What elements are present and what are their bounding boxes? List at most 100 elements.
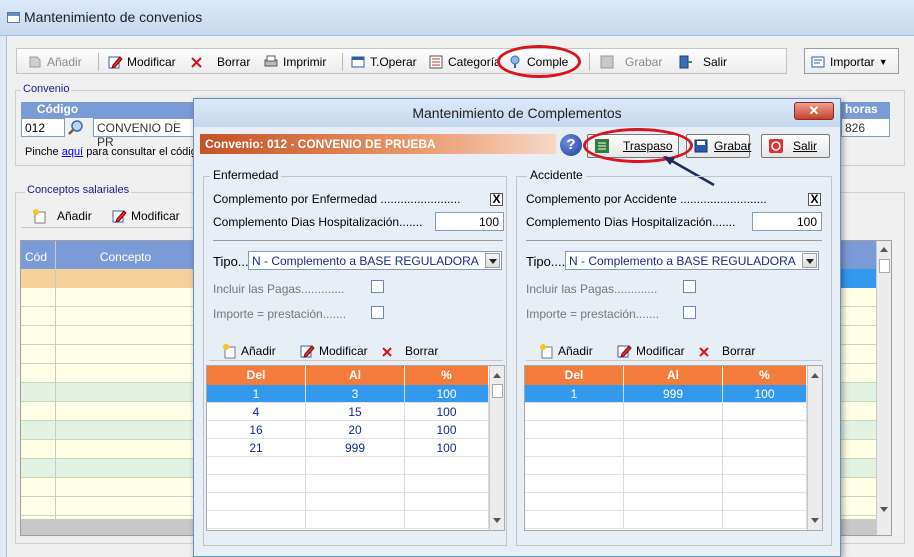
enf-cell[interactable]: 100 bbox=[405, 439, 489, 457]
acc-empty-cell[interactable] bbox=[624, 493, 723, 511]
enf-complemento-checkbox[interactable]: X bbox=[490, 193, 503, 206]
enf-importe-checkbox[interactable] bbox=[371, 306, 384, 319]
acc-complemento-checkbox[interactable]: X bbox=[808, 193, 821, 206]
acc-delete-button[interactable]: Borrar bbox=[696, 342, 755, 360]
dialog-exit-button[interactable]: Salir bbox=[761, 134, 830, 158]
chevron-down-icon[interactable] bbox=[802, 253, 817, 268]
enf-pagas-checkbox[interactable] bbox=[371, 280, 384, 293]
enf-delete-button[interactable]: Borrar bbox=[379, 342, 438, 360]
scroll-down-icon[interactable] bbox=[809, 514, 822, 527]
modify-button[interactable]: Modificar bbox=[107, 53, 176, 71]
comple-button[interactable]: Comple bbox=[507, 53, 568, 71]
scroll-down-icon[interactable] bbox=[878, 503, 891, 516]
hours-input[interactable]: 826 bbox=[841, 118, 890, 137]
close-button[interactable]: ✕ bbox=[794, 102, 834, 120]
scroll-thumb[interactable] bbox=[879, 259, 890, 273]
acc-empty-cell[interactable] bbox=[723, 403, 807, 421]
hint-link[interactable]: aquí bbox=[62, 146, 83, 158]
acc-empty-cell[interactable] bbox=[723, 475, 807, 493]
enf-grid-scrollbar[interactable] bbox=[489, 366, 504, 530]
save-button[interactable]: Grabar bbox=[599, 53, 662, 71]
acc-empty-cell[interactable] bbox=[525, 475, 624, 493]
acc-empty-cell[interactable] bbox=[624, 421, 723, 439]
enf-empty-cell[interactable] bbox=[306, 457, 405, 475]
enf-cell[interactable]: 15 bbox=[306, 403, 405, 421]
scroll-down-icon[interactable] bbox=[491, 514, 504, 527]
enf-cell[interactable]: 3 bbox=[306, 385, 405, 403]
enf-cell[interactable]: 1 bbox=[207, 385, 306, 403]
acc-grid[interactable]: Del Al % 1 999 100 bbox=[524, 365, 823, 531]
enf-empty-cell[interactable] bbox=[306, 511, 405, 529]
enf-empty-cell[interactable] bbox=[207, 493, 306, 511]
enf-cell[interactable]: 20 bbox=[306, 421, 405, 439]
enf-cell[interactable]: 100 bbox=[405, 403, 489, 421]
acc-empty-cell[interactable] bbox=[525, 511, 624, 529]
print-button[interactable]: Imprimir bbox=[263, 53, 326, 71]
acc-grid-scrollbar[interactable] bbox=[807, 366, 822, 530]
acc-empty-cell[interactable] bbox=[624, 457, 723, 475]
enf-grid[interactable]: Del Al % 1 3 100 4 15 100 16 20 100 21 9… bbox=[206, 365, 505, 531]
acc-empty-cell[interactable] bbox=[525, 493, 624, 511]
help-icon[interactable]: ? bbox=[560, 134, 582, 156]
scroll-up-icon[interactable] bbox=[491, 369, 504, 382]
selected-concept-row[interactable] bbox=[21, 269, 195, 288]
enf-add-button[interactable]: Añadir bbox=[221, 342, 276, 360]
scroll-thumb[interactable] bbox=[492, 384, 503, 398]
enf-cell[interactable]: 21 bbox=[207, 439, 306, 457]
enf-cell[interactable]: 100 bbox=[405, 421, 489, 439]
enf-empty-cell[interactable] bbox=[207, 457, 306, 475]
enf-empty-cell[interactable] bbox=[405, 457, 489, 475]
import-button[interactable]: Importar ▼ bbox=[810, 53, 888, 71]
grid-vertical-scrollbar[interactable] bbox=[876, 241, 891, 535]
acc-empty-cell[interactable] bbox=[624, 511, 723, 529]
enf-tipo-select[interactable]: N - Complemento a BASE REGULADORA bbox=[248, 251, 502, 270]
acc-add-button[interactable]: Añadir bbox=[538, 342, 593, 360]
acc-empty-cell[interactable] bbox=[723, 457, 807, 475]
acc-empty-cell[interactable] bbox=[624, 439, 723, 457]
enf-dias-input[interactable]: 100 bbox=[435, 212, 504, 231]
acc-empty-cell[interactable] bbox=[525, 457, 624, 475]
enf-empty-cell[interactable] bbox=[405, 475, 489, 493]
enf-cell[interactable]: 100 bbox=[405, 385, 489, 403]
acc-empty-cell[interactable] bbox=[525, 439, 624, 457]
enf-modify-button[interactable]: Modificar bbox=[299, 342, 368, 360]
enf-empty-cell[interactable] bbox=[306, 475, 405, 493]
acc-pagas-checkbox[interactable] bbox=[683, 280, 696, 293]
acc-empty-cell[interactable] bbox=[723, 493, 807, 511]
enf-empty-cell[interactable] bbox=[405, 511, 489, 529]
acc-tipo-select[interactable]: N - Complemento a BASE REGULADORA bbox=[565, 251, 819, 270]
acc-importe-checkbox[interactable] bbox=[683, 306, 696, 319]
exit-button[interactable]: Salir bbox=[677, 53, 727, 71]
acc-cell[interactable]: 999 bbox=[624, 385, 723, 403]
conceptos-add-button[interactable]: Añadir bbox=[31, 207, 92, 225]
acc-empty-cell[interactable] bbox=[723, 439, 807, 457]
acc-empty-cell[interactable] bbox=[525, 421, 624, 439]
acc-empty-cell[interactable] bbox=[525, 403, 624, 421]
enf-cell[interactable]: 4 bbox=[207, 403, 306, 421]
acc-empty-cell[interactable] bbox=[723, 511, 807, 529]
category-button[interactable]: Categoría bbox=[428, 53, 501, 71]
conceptos-modify-button[interactable]: Modificar bbox=[111, 207, 180, 225]
search-icon[interactable] bbox=[67, 119, 85, 136]
enf-empty-cell[interactable] bbox=[207, 511, 306, 529]
enf-cell[interactable]: 16 bbox=[207, 421, 306, 439]
acc-cell[interactable]: 100 bbox=[723, 385, 807, 403]
import-dropdown[interactable]: Importar ▼ bbox=[804, 48, 899, 74]
code-input[interactable]: 012 bbox=[21, 118, 65, 137]
scroll-up-icon[interactable] bbox=[878, 243, 891, 256]
delete-button[interactable]: Borrar bbox=[189, 53, 250, 71]
enf-cell[interactable]: 999 bbox=[306, 439, 405, 457]
add-button[interactable]: Añadir bbox=[27, 53, 82, 71]
selected-concept-row-right[interactable] bbox=[841, 269, 877, 288]
name-input[interactable]: CONVENIO DE PR bbox=[93, 118, 204, 149]
enf-empty-cell[interactable] bbox=[306, 493, 405, 511]
toper-button[interactable]: T.Operar bbox=[350, 53, 417, 71]
acc-cell[interactable]: 1 bbox=[525, 385, 624, 403]
acc-empty-cell[interactable] bbox=[723, 421, 807, 439]
acc-modify-button[interactable]: Modificar bbox=[616, 342, 685, 360]
scroll-up-icon[interactable] bbox=[809, 369, 822, 382]
acc-empty-cell[interactable] bbox=[624, 475, 723, 493]
enf-empty-cell[interactable] bbox=[207, 475, 306, 493]
acc-dias-input[interactable]: 100 bbox=[752, 212, 822, 231]
enf-empty-cell[interactable] bbox=[405, 493, 489, 511]
